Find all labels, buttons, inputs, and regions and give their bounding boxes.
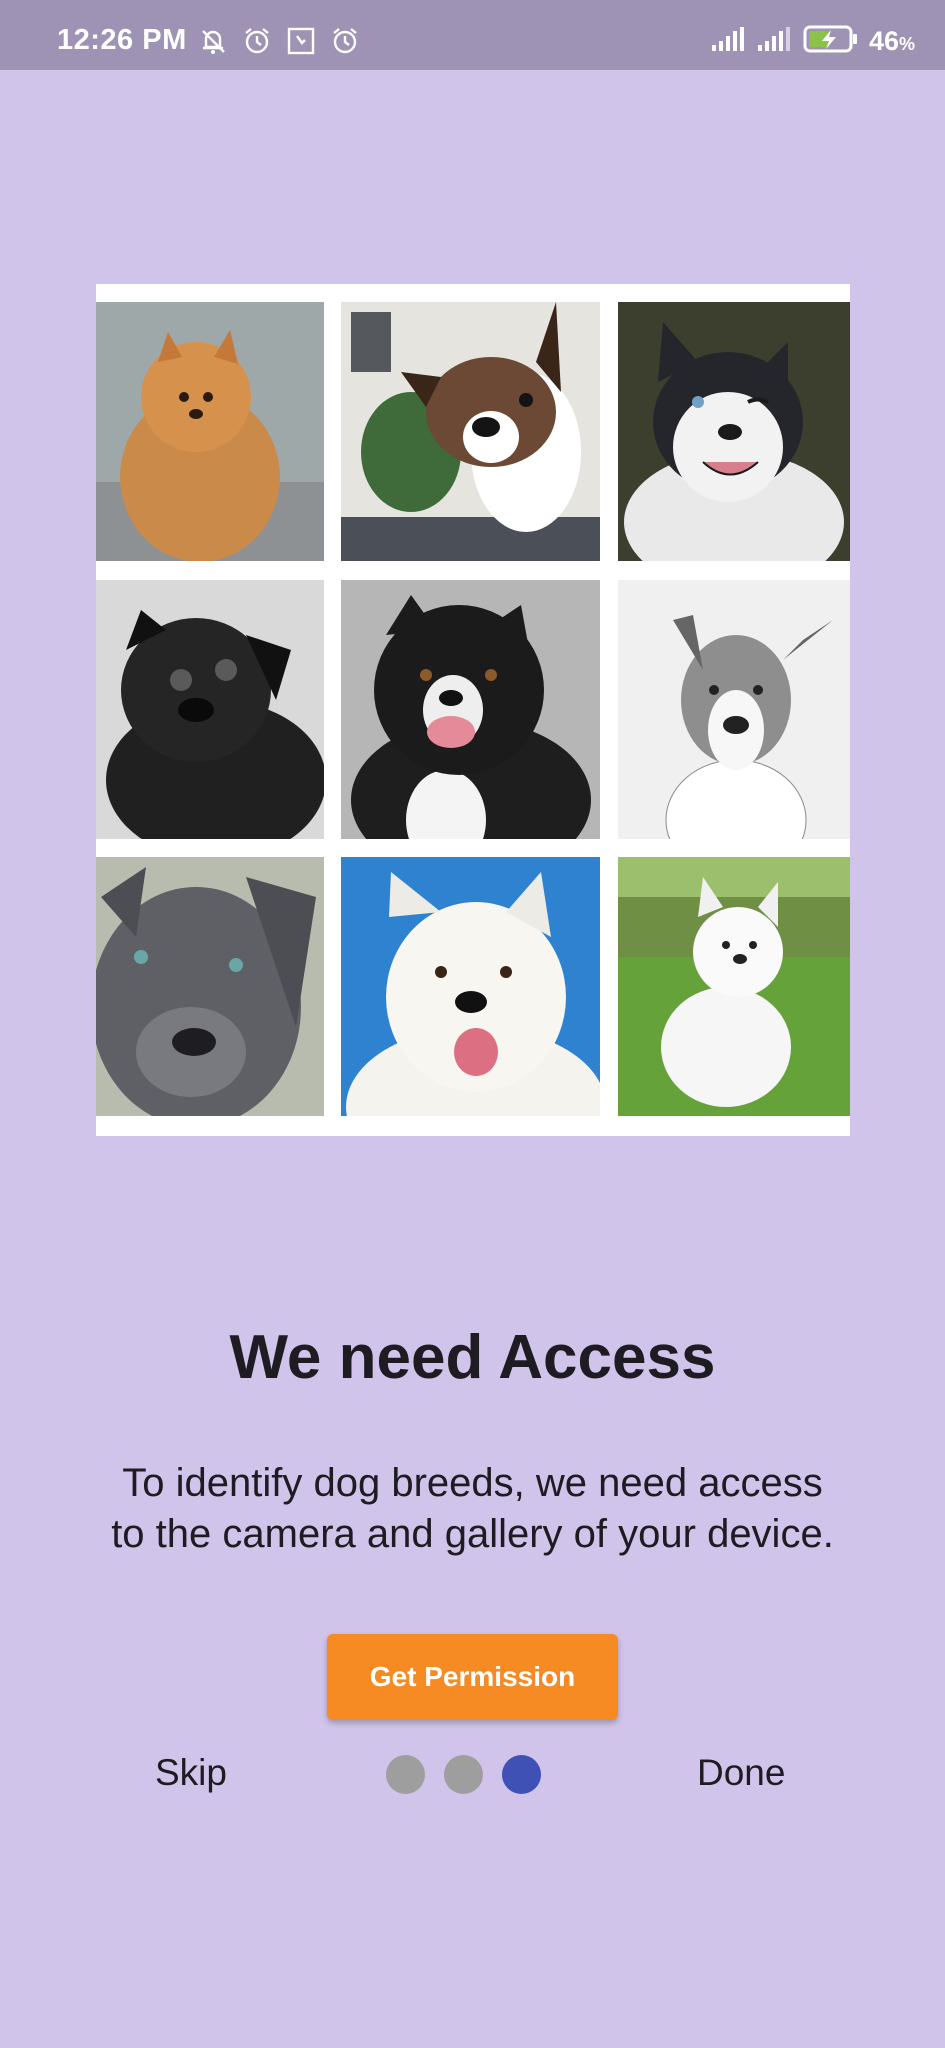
app-notification-icon (286, 26, 316, 56)
status-icons-left (198, 26, 360, 56)
status-right: 46% (711, 24, 915, 59)
done-button[interactable]: Done (697, 1752, 785, 1794)
status-bar: 12:26 PM 46% (0, 0, 945, 70)
battery-charging-icon (803, 24, 859, 59)
skip-button[interactable]: Skip (155, 1752, 227, 1794)
alarm-icon (330, 26, 360, 56)
page-description: To identify dog breeds, we need access t… (111, 1461, 834, 1556)
husky-photo (618, 302, 850, 561)
border-collie-photo (341, 580, 600, 839)
alarm-icon (242, 26, 272, 56)
dog-photo-grid (96, 284, 850, 1136)
signal-icon (757, 26, 793, 57)
status-time: 12:26 PM (57, 24, 187, 56)
notifications-off-icon (198, 26, 228, 56)
page-dot-active[interactable] (502, 1755, 541, 1794)
samoyed-photo (618, 857, 850, 1116)
page-title: We need Access (229, 1323, 716, 1392)
grey-pitbull-photo (96, 857, 324, 1116)
page-dot[interactable] (444, 1755, 483, 1794)
pug-photo (96, 580, 324, 839)
white-shepherd-photo (341, 857, 600, 1116)
get-permission-button[interactable]: Get Permission (327, 1634, 618, 1720)
battery-percent: 46% (868, 26, 915, 56)
page-indicator (386, 1755, 541, 1794)
pomeranian-photo (96, 302, 324, 561)
pitbull-photo (618, 580, 850, 839)
french-bulldog-photo (341, 302, 600, 561)
page-dot[interactable] (386, 1755, 425, 1794)
signal-icon (711, 26, 747, 57)
